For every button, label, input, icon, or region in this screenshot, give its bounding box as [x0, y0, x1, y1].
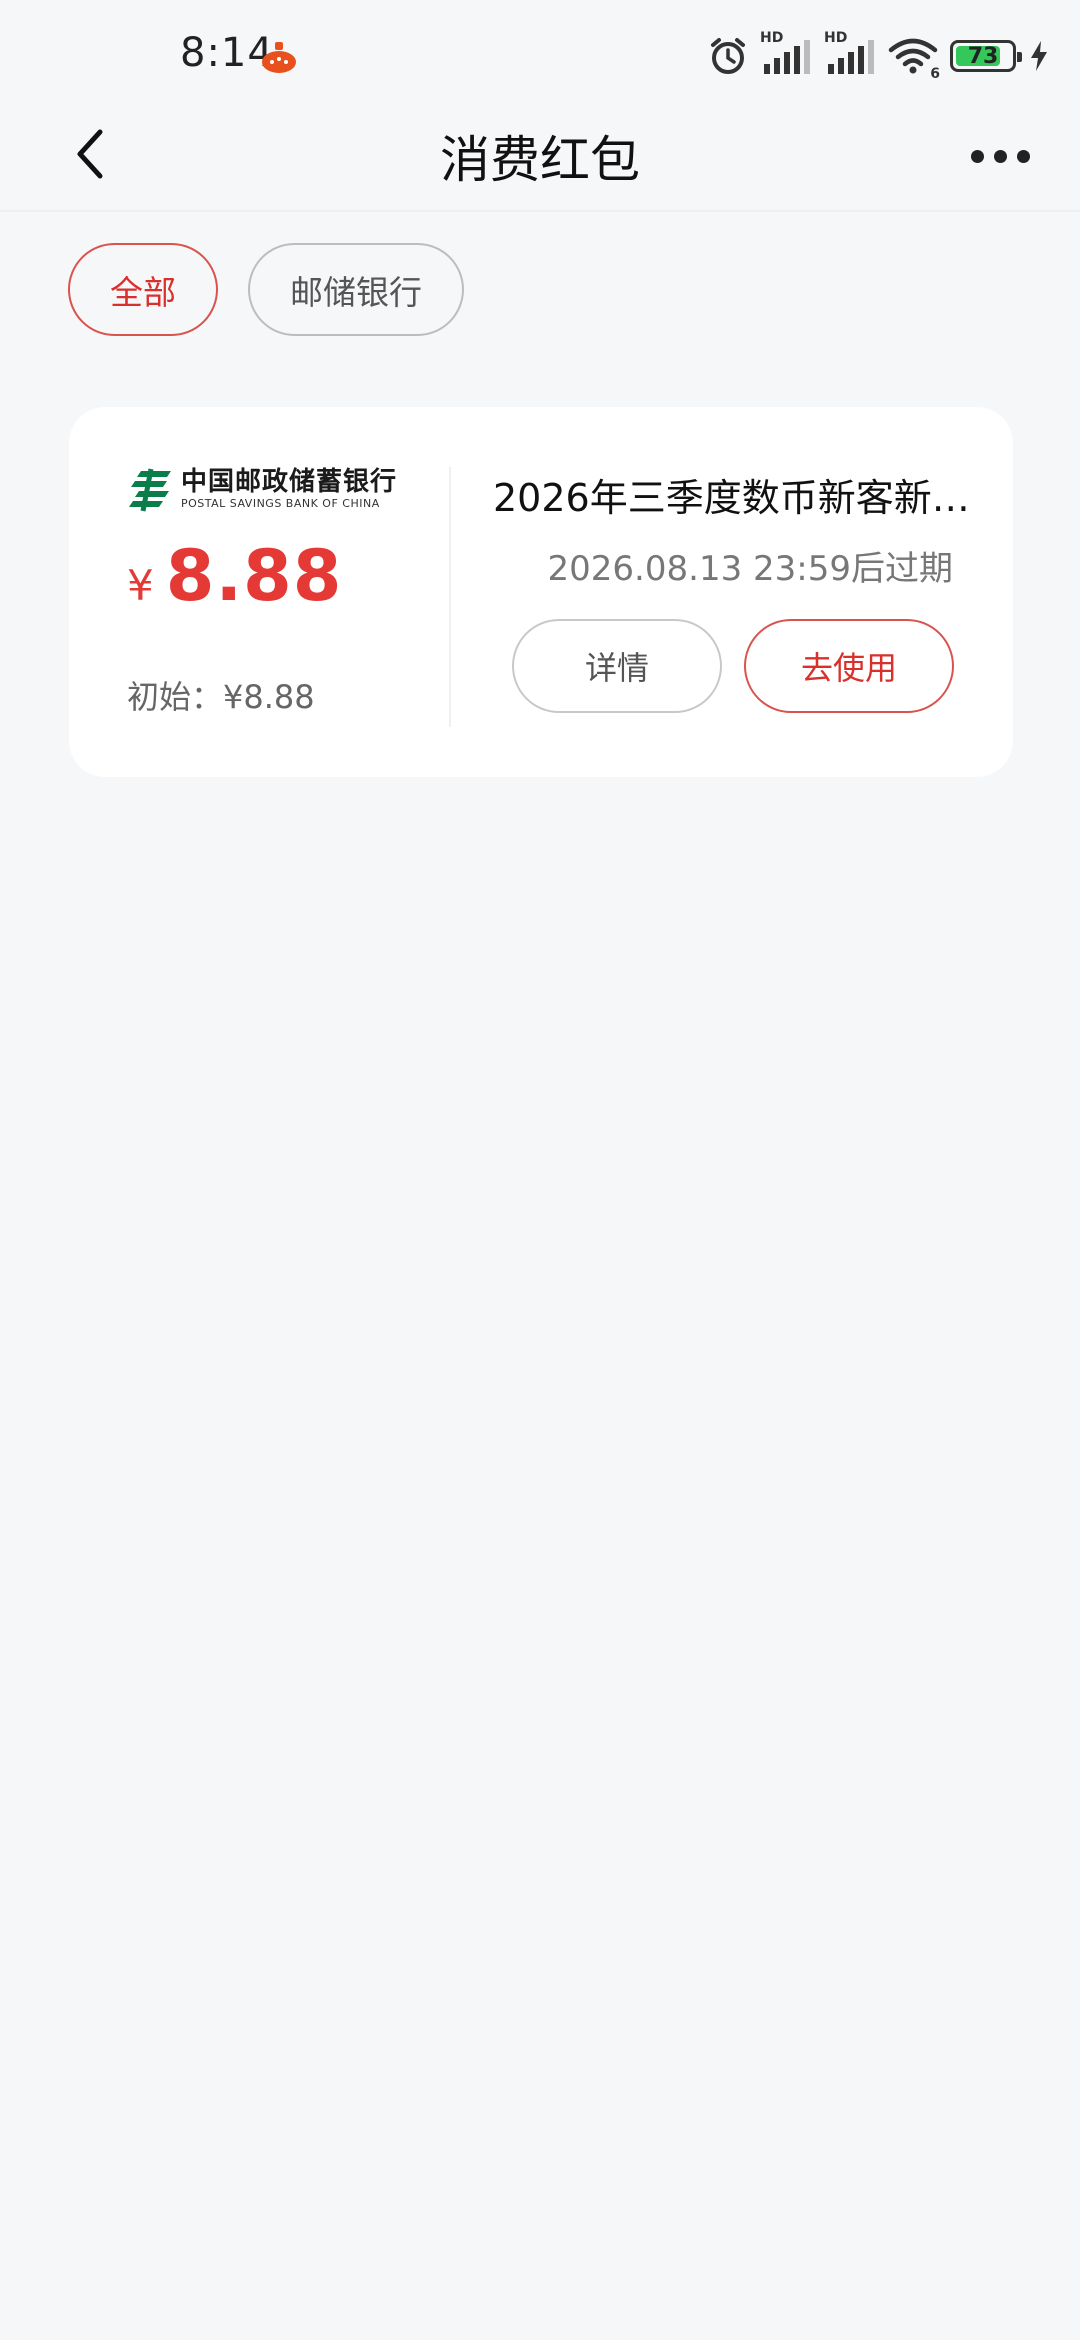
battery-level: 73 [967, 43, 999, 69]
signal-strength-icon: HD [760, 30, 812, 78]
initial-amount: 初始：¥8.88 [127, 678, 315, 716]
page-title: 消费红包 [440, 131, 640, 189]
coupon-card[interactable]: 中国邮政储蓄银行 POSTAL SAVINGS BANK OF CHINA ¥ … [69, 407, 1013, 777]
charging-icon [1031, 41, 1047, 71]
amount-value: 8.88 [165, 535, 343, 617]
battery-icon: 73 [950, 40, 1022, 72]
status-icons: HD HD 6 73 [708, 30, 1050, 82]
card-divider [449, 467, 451, 727]
coupon-expiry: 2026.08.13 23:59后过期 [547, 549, 953, 589]
bank-name-english: POSTAL SAVINGS BANK OF CHINA [181, 497, 380, 510]
nav-bar: 消费红包 [0, 96, 1080, 212]
more-dot-icon [1016, 149, 1030, 163]
more-dot-icon [993, 149, 1007, 163]
use-coupon-button[interactable]: 去使用 [744, 619, 954, 713]
more-dot-icon [970, 149, 984, 163]
alarm-icon [711, 38, 745, 74]
signal-strength-icon: HD [824, 30, 876, 78]
wifi-icon: 6 [888, 36, 940, 82]
currency-symbol: ¥ [127, 561, 154, 610]
psbc-logo-icon [129, 468, 171, 512]
filter-chip-all[interactable]: 全部 [68, 243, 218, 336]
details-button[interactable]: 详情 [512, 619, 722, 713]
coupon-title: 2026年三季度数币新客新户红包 [493, 476, 973, 520]
wifi-badge: 6 [930, 66, 940, 82]
filter-chips: 全部 邮储银行 [68, 243, 464, 336]
app-notification-icon [262, 42, 296, 73]
bank-logo: 中国邮政储蓄银行 POSTAL SAVINGS BANK OF CHINA [127, 465, 397, 515]
status-bar: 8:14 HD HD 6 73 [0, 0, 1080, 96]
coupon-amount: ¥ 8.88 [127, 535, 342, 617]
more-options-button[interactable] [960, 126, 1040, 186]
filter-chip-psbc[interactable]: 邮储银行 [248, 243, 464, 336]
bank-name-chinese: 中国邮政储蓄银行 [181, 467, 398, 497]
